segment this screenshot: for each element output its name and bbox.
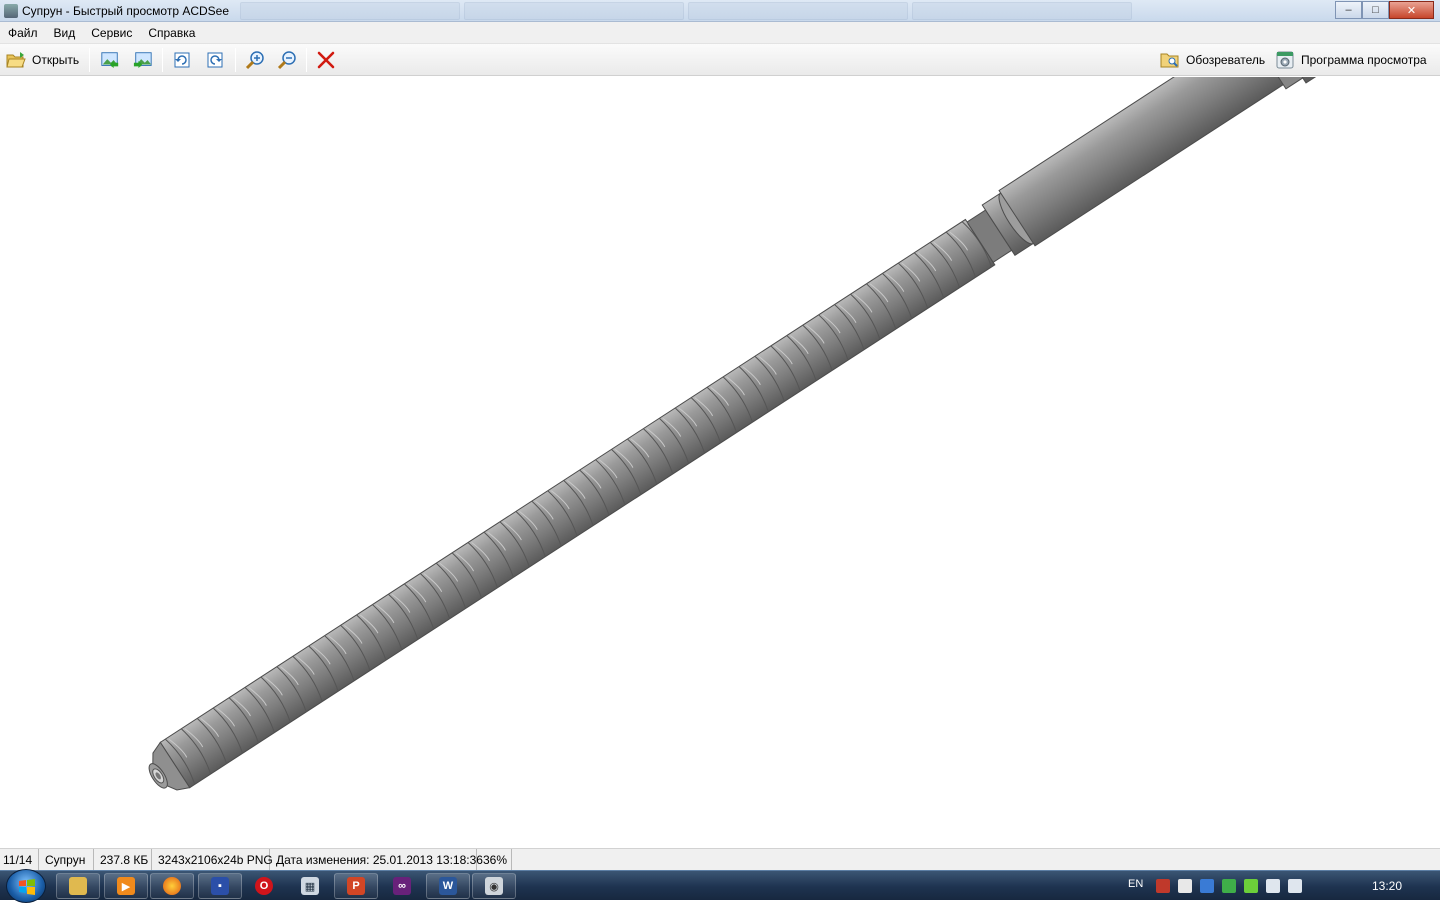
zoom-in-button[interactable] <box>243 48 267 72</box>
rotate-right-icon <box>205 50 225 70</box>
window-title: Супрун - Быстрый просмотр ACDSee <box>22 4 230 18</box>
menu-help[interactable]: Справка <box>148 26 195 40</box>
taskbar-save-app[interactable]: ▪ <box>198 873 242 899</box>
maximize-button[interactable]: □ <box>1362 1 1389 19</box>
acdsee-icon: ◉ <box>485 877 503 895</box>
toolbar-separator <box>306 48 307 72</box>
previous-image-icon <box>100 50 120 70</box>
menu-tools[interactable]: Сервис <box>91 26 132 40</box>
next-image-icon <box>133 50 153 70</box>
action-center-flag-icon[interactable] <box>1178 879 1192 893</box>
rotate-left-icon <box>172 50 192 70</box>
taskbar-media-player[interactable]: ▶ <box>104 873 148 899</box>
folder-search-icon <box>1160 50 1180 70</box>
toolbar-separator <box>235 48 236 72</box>
security-shield-icon[interactable] <box>1222 879 1236 893</box>
taskbar: ▶ ▪ O ▦ P ∞ W ◉ EN 13:20 <box>0 869 1440 903</box>
antivirus-icon[interactable] <box>1156 879 1170 893</box>
menu-view[interactable]: Вид <box>54 26 76 40</box>
open-button[interactable]: Открыть <box>4 48 81 72</box>
taskbar-clock[interactable]: 13:20 <box>1372 879 1402 893</box>
title-bar: Супрун - Быстрый просмотр ACDSee – □ ✕ <box>0 0 1440 22</box>
open-label: Открыть <box>32 53 80 67</box>
word-icon: W <box>439 877 457 895</box>
image-viewport[interactable] <box>0 77 1440 847</box>
previous-image-button[interactable] <box>98 48 122 72</box>
shaft-body <box>148 77 1332 791</box>
minimize-button[interactable]: – <box>1335 1 1362 19</box>
taskbar-word[interactable]: W <box>426 873 470 899</box>
visual-studio-icon: ∞ <box>393 877 411 895</box>
taskbar-opera[interactable]: O <box>242 873 286 899</box>
menu-bar: Файл Вид Сервис Справка <box>0 22 1440 44</box>
powerpoint-icon: P <box>347 877 365 895</box>
toolbar-separator <box>162 48 163 72</box>
viewer-icon <box>1275 50 1295 70</box>
opera-icon: O <box>255 877 273 895</box>
explorer-icon <box>69 877 87 895</box>
browser-label: Обозреватель <box>1186 53 1266 67</box>
rotate-right-button[interactable] <box>203 48 227 72</box>
start-button[interactable] <box>6 869 46 903</box>
close-button[interactable]: ✕ <box>1389 1 1434 19</box>
utility-icon[interactable] <box>1244 879 1258 893</box>
taskbar-visual-studio[interactable]: ∞ <box>380 873 424 899</box>
menu-file[interactable]: Файл <box>8 26 38 40</box>
status-dimensions: 3243x2106x24b PNG <box>152 848 273 871</box>
network-icon[interactable] <box>1288 879 1302 893</box>
viewer-button[interactable]: Программа просмотра <box>1273 48 1429 72</box>
taskbar-firefox[interactable] <box>150 873 194 899</box>
threaded-shaft-image <box>148 77 1332 791</box>
window-controls: – □ ✕ <box>1335 1 1434 19</box>
firefox-icon <box>163 877 181 895</box>
toolbar: Открыть Обозреватель Программа просмотра <box>0 44 1440 76</box>
viewer-label: Программа просмотра <box>1301 53 1427 67</box>
browser-button[interactable]: Обозреватель <box>1158 48 1267 72</box>
status-zoom: 36% <box>477 848 512 871</box>
save-icon: ▪ <box>211 877 229 895</box>
toolbar-separator <box>89 48 90 72</box>
media-player-icon: ▶ <box>117 877 135 895</box>
language-indicator[interactable]: EN <box>1128 878 1143 890</box>
delete-icon <box>316 50 336 70</box>
status-modified: Дата изменения: 25.01.2013 13:18:36 <box>270 848 483 871</box>
zoom-in-icon <box>245 50 265 70</box>
rotate-left-button[interactable] <box>170 48 194 72</box>
calculator-icon: ▦ <box>301 877 319 895</box>
taskbar-acdsee[interactable]: ◉ <box>472 873 516 899</box>
background-windows <box>240 2 1132 20</box>
app-icon <box>4 4 18 18</box>
delete-button[interactable] <box>314 48 338 72</box>
zoom-out-button[interactable] <box>275 48 299 72</box>
volume-icon[interactable] <box>1266 879 1280 893</box>
taskbar-calculator[interactable]: ▦ <box>288 873 332 899</box>
status-bar: 11/14 Супрун 237.8 КБ 3243x2106x24b PNG … <box>0 848 1440 871</box>
status-position: 11/14 <box>0 848 39 871</box>
status-filesize: 237.8 КБ <box>94 848 152 871</box>
folder-open-icon <box>6 50 26 70</box>
taskbar-explorer[interactable] <box>56 873 100 899</box>
taskbar-powerpoint[interactable]: P <box>334 873 378 899</box>
windows-logo-icon <box>19 879 35 895</box>
network-adapter-icon[interactable] <box>1200 879 1214 893</box>
status-filename: Супрун <box>39 848 94 871</box>
zoom-out-icon <box>277 50 297 70</box>
next-image-button[interactable] <box>131 48 155 72</box>
